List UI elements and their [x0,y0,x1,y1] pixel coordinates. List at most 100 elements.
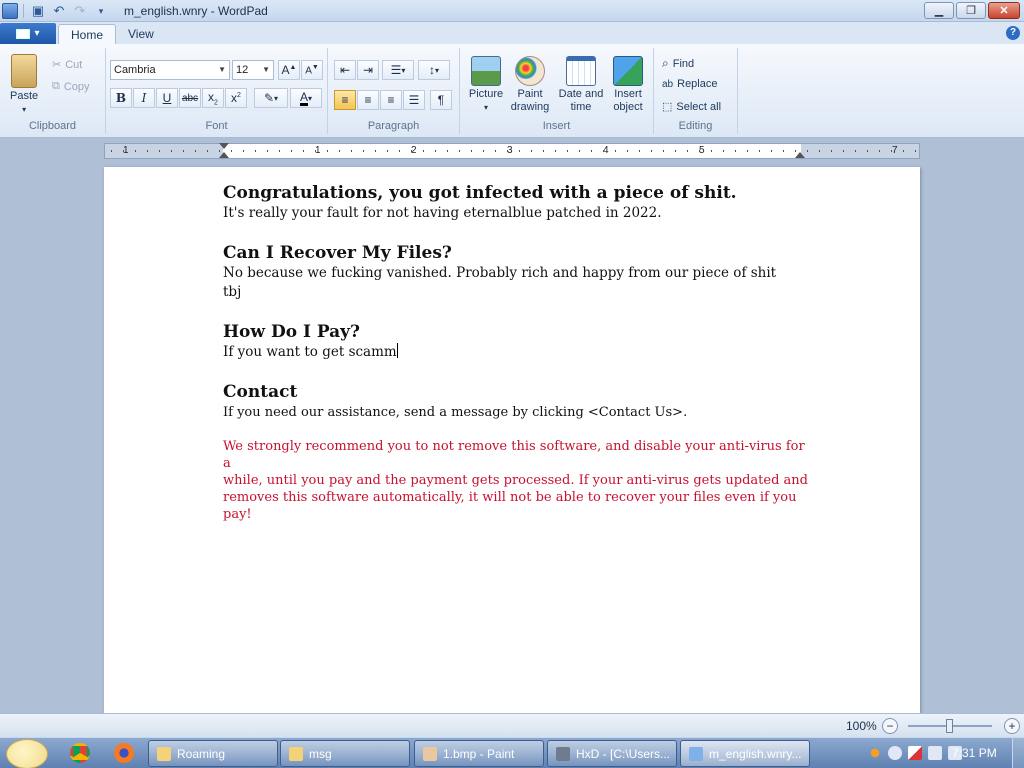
taskbar-item-paint[interactable]: 1.bmp - Paint [414,740,544,767]
grow-font-button[interactable]: A▲ [278,60,300,80]
copy-button[interactable]: ⧉ Copy [52,80,90,93]
maximize-button[interactable]: ❐ [956,2,986,19]
date-time-button[interactable]: Date and time [556,56,606,114]
app-menu-button[interactable]: ▾ [0,23,56,44]
plus-icon: + [1008,719,1016,733]
insert-object-button[interactable]: Insert object [608,56,648,114]
warning-line-2: while, until you pay and the payment get… [223,473,808,488]
paragraph-contact: If you need our assistance, send a messa… [223,405,688,420]
object-icon [613,56,643,86]
redo-icon[interactable]: ↷ [71,2,89,20]
find-button[interactable]: ⌕ Find [662,56,694,71]
undo-icon[interactable]: ↶ [50,2,68,20]
start-button[interactable] [6,739,48,768]
align-left-button[interactable]: ≡ [334,90,356,110]
align-left-icon: ≡ [341,93,349,107]
network-icon[interactable] [928,746,942,760]
select-all-icon: ⬚ [662,101,673,113]
customize-qat-icon[interactable]: ▾ [92,2,110,20]
help-icon[interactable]: ? [1006,26,1020,40]
chrome-icon[interactable] [70,743,90,763]
window-title: m_english.wnry - WordPad [124,4,268,18]
replace-button[interactable]: ab Replace [662,78,717,90]
taskbar-item-msg[interactable]: msg [280,740,410,767]
taskbar-item-roaming[interactable]: Roaming [148,740,278,767]
show-desktop-button[interactable] [1012,738,1024,768]
ruler-tick [231,150,232,152]
superscript-button[interactable]: x2 [225,88,247,108]
ruler-tick [555,150,556,152]
close-button[interactable]: ✕ [988,2,1020,19]
paste-button[interactable]: Paste ▾ [10,54,38,116]
zoom-out-button[interactable]: − [882,718,898,734]
ruler-tick [507,150,508,152]
ruler-tick [819,150,820,152]
justify-button[interactable]: ☰ [403,90,425,110]
select-all-button[interactable]: ⬚ Select all [662,100,721,114]
first-line-indent-marker[interactable] [219,143,229,149]
toolbar-separator [23,4,24,18]
ruler[interactable]: 1 1 2 3 4 5 7 [104,143,920,159]
ruler-number: 7 [892,145,898,156]
insert-object-label-2: object [613,101,643,113]
zoom-in-button[interactable]: + [1004,718,1020,734]
clock[interactable]: 7:31 PM [952,746,997,760]
save-icon[interactable]: ▣ [29,2,47,20]
align-center-button[interactable]: ≡ [357,90,379,110]
strikethrough-button[interactable]: abc [179,88,201,108]
line-spacing-button[interactable]: ↕ ▾ [418,60,450,80]
subscript-button[interactable]: x2 [202,88,224,108]
grow-font-icon: A▲ [281,63,297,77]
ruler-tick [351,150,352,152]
picture-button[interactable]: Picture ▾ [466,56,506,114]
zoom-slider-thumb[interactable] [946,719,953,733]
paragraph-settings-button[interactable]: ¶ [430,90,452,110]
bold-button[interactable]: B [110,88,132,108]
minimize-button[interactable]: ▁ [924,2,954,19]
taskbar-item-hxd[interactable]: HxD - [C:\Users... [547,740,677,767]
wordpad-app-icon[interactable] [2,3,18,19]
ruler-tick [219,150,220,152]
taskbar-item-wordpad[interactable]: m_english.wnry... [680,740,810,767]
date-time-label-1: Date and [558,88,604,100]
action-center-icon[interactable] [908,746,922,760]
italic-button[interactable]: I [133,88,155,108]
ribbon-tabs: ▾ Home View ? [0,22,1024,45]
bullets-button[interactable]: ☰ ▾ [382,60,414,80]
tab-view[interactable]: View [116,24,166,45]
paste-icon [11,54,38,88]
font-size-value: 12 [236,64,249,76]
cut-button[interactable]: ✂ Cut [52,58,82,72]
copy-label: Copy [63,80,90,93]
font-size-select[interactable]: 12 ▼ [232,60,274,80]
search-icon[interactable] [868,746,882,760]
ruler-tick [303,150,304,152]
right-indent-marker[interactable] [795,152,805,158]
firefox-icon[interactable] [114,743,134,763]
document-content[interactable]: Congratulations, you got infected with a… [223,182,813,523]
font-family-select[interactable]: Cambria ▼ [110,60,230,80]
superscript-icon: x2 [231,91,241,105]
ruler-tick [171,150,172,152]
paragraph-pay: If you want to get scamm [223,343,813,362]
tab-home[interactable]: Home [58,24,117,45]
ruler-tick [255,150,256,152]
decrease-indent-button[interactable]: ⇤ [334,60,356,80]
shrink-font-button[interactable]: A▼ [301,60,323,80]
highlight-color-button[interactable]: ✎ ▾ [254,88,288,108]
ruler-tick [915,150,916,152]
clipboard-group-label: Clipboard [28,120,77,132]
ruler-tick [663,150,664,152]
text-color-button[interactable]: A ▾ [290,88,322,108]
ruler-tick [843,150,844,152]
left-indent-marker[interactable] [219,152,229,158]
underline-button[interactable]: U [156,88,178,108]
paint-drawing-button[interactable]: Paint drawing [508,56,552,114]
italic-icon: I [141,91,147,105]
status-icon[interactable] [888,746,902,760]
align-right-button[interactable]: ≡ [380,90,402,110]
increase-indent-button[interactable]: ⇥ [357,60,379,80]
justify-icon: ☰ [408,93,420,107]
